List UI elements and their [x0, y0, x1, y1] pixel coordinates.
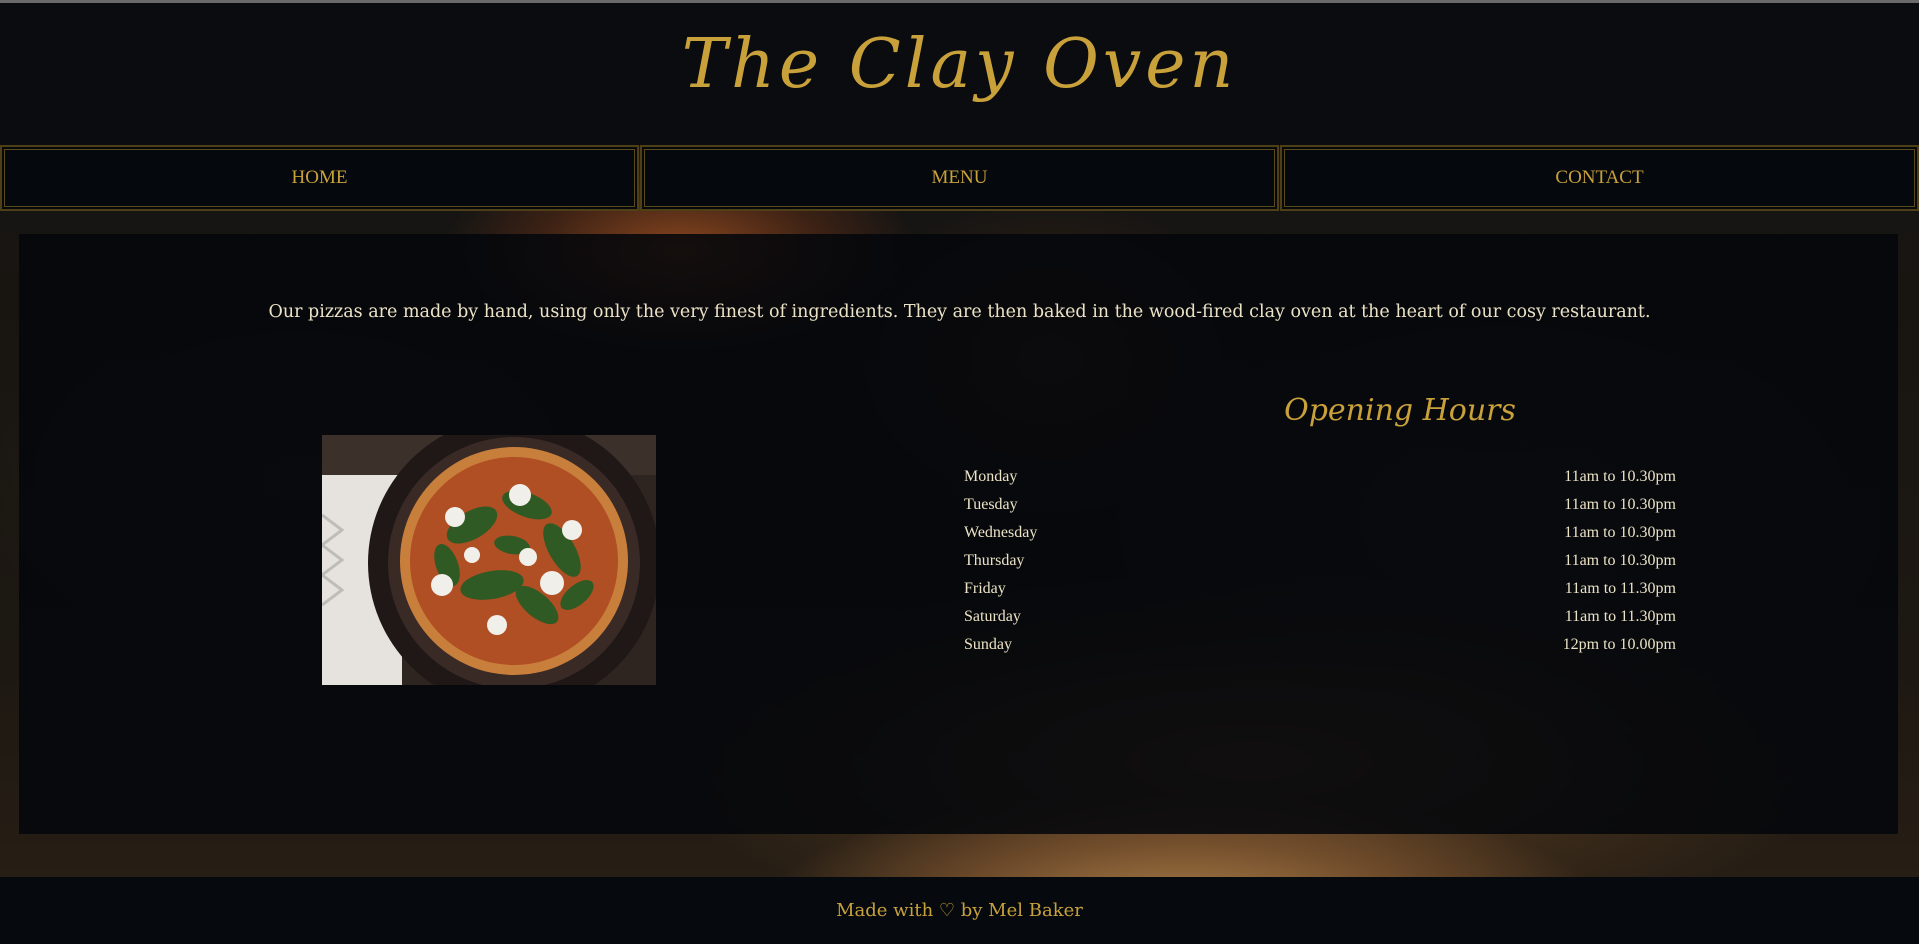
site-title: The Clay Oven — [681, 25, 1238, 104]
hours-row: Thursday 11am to 10.30pm — [964, 547, 1677, 575]
opening-hours-title: Opening Hours — [1284, 393, 1516, 428]
day-label: Monday — [964, 468, 1018, 485]
hours-row: Wednesday 11am to 10.30pm — [964, 519, 1677, 547]
nav-menu-button[interactable]: MENU — [640, 145, 1279, 211]
hours-row: Sunday 12pm to 10.00pm — [964, 631, 1677, 659]
day-label: Saturday — [964, 608, 1021, 625]
day-label: Wednesday — [964, 524, 1038, 541]
nav-home-button[interactable]: HOME — [0, 145, 639, 211]
nav-contact-button[interactable]: CONTACT — [1280, 145, 1919, 211]
day-label: Sunday — [964, 636, 1012, 653]
opening-hours-table: Monday 11am to 10.30pm Tuesday 11am to 1… — [964, 463, 1677, 659]
hours-row: Tuesday 11am to 10.30pm — [964, 491, 1677, 519]
time-value: 12pm to 10.00pm — [1562, 636, 1676, 653]
time-value: 11am to 11.30pm — [1564, 580, 1676, 597]
main-nav: HOME MENU CONTACT — [0, 145, 1919, 215]
hours-row: Saturday 11am to 11.30pm — [964, 603, 1677, 631]
hours-row: Friday 11am to 11.30pm — [964, 575, 1677, 603]
day-label: Thursday — [964, 552, 1025, 569]
pizza-photo — [322, 435, 656, 685]
time-value: 11am to 10.30pm — [1564, 524, 1676, 541]
site-footer: Made with ♡ by Mel Baker — [0, 877, 1919, 944]
hours-row: Monday 11am to 10.30pm — [964, 463, 1677, 491]
time-value: 11am to 10.30pm — [1564, 496, 1676, 513]
time-value: 11am to 10.30pm — [1564, 552, 1676, 569]
time-value: 11am to 10.30pm — [1564, 468, 1676, 485]
pizza-image — [322, 435, 656, 685]
time-value: 11am to 11.30pm — [1564, 608, 1676, 625]
intro-text: Our pizzas are made by hand, using only … — [268, 302, 1651, 322]
site-header: The Clay Oven — [0, 3, 1919, 146]
day-label: Friday — [964, 580, 1006, 597]
footer-credit: Made with ♡ by Mel Baker — [836, 900, 1083, 921]
day-label: Tuesday — [964, 496, 1018, 513]
